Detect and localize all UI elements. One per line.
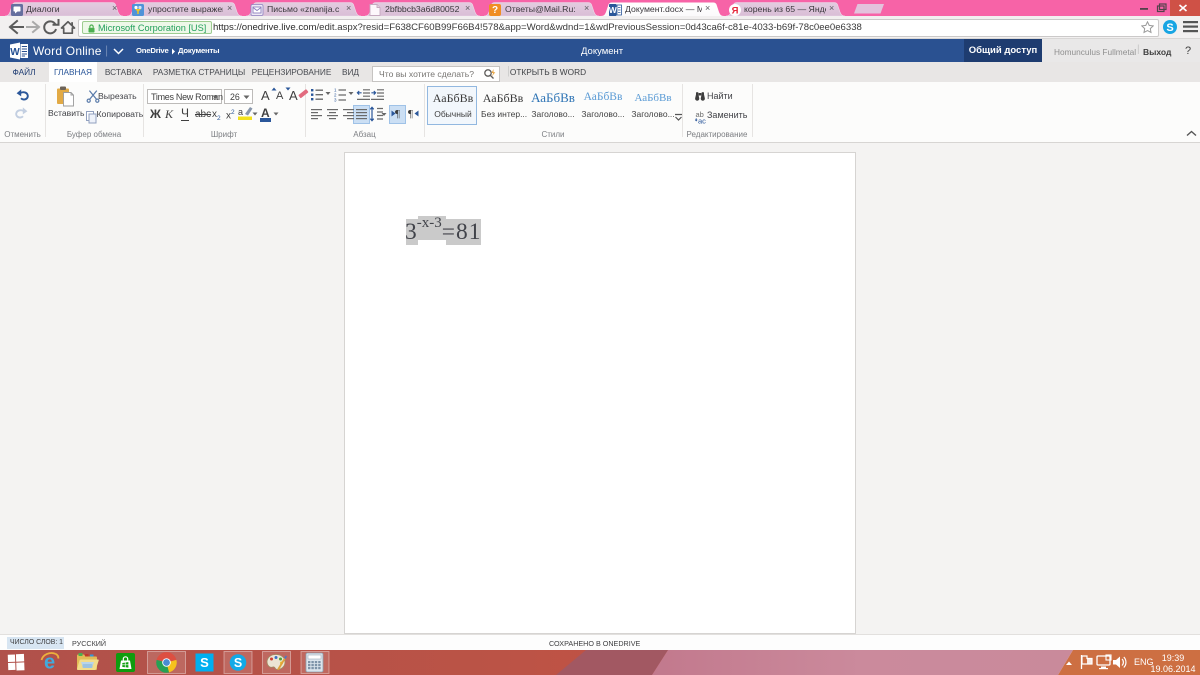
svg-text:W: W — [609, 5, 618, 15]
svg-text:S: S — [200, 655, 209, 670]
svg-text:W: W — [10, 47, 20, 58]
svg-text:?: ? — [492, 5, 498, 16]
svg-text:ac: ac — [698, 117, 706, 126]
svg-text:Я: Я — [732, 6, 739, 16]
svg-text:S: S — [1166, 22, 1173, 34]
svg-text:S: S — [234, 656, 242, 670]
